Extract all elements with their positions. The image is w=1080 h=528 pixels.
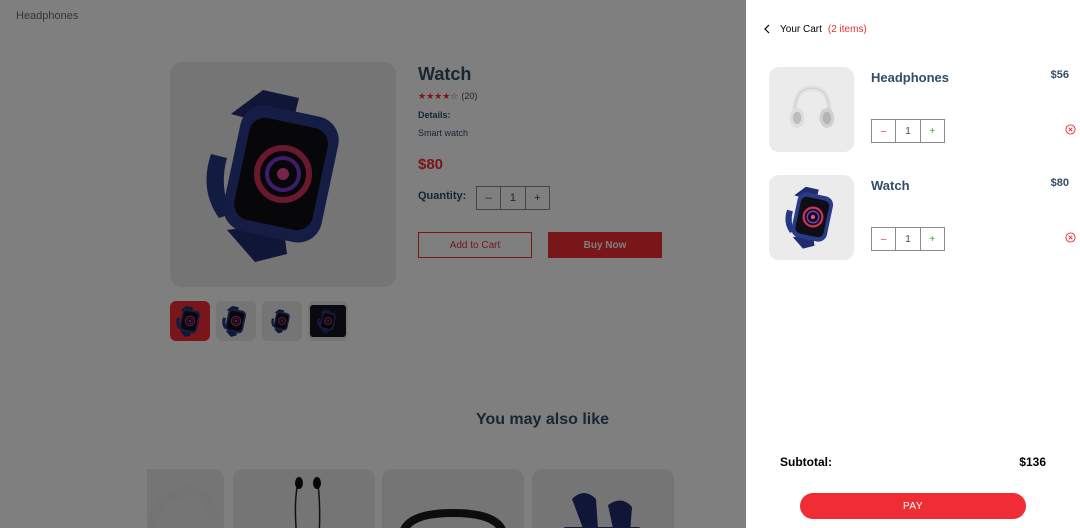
watch-icon — [784, 185, 836, 250]
cart-heading-label: Your Cart — [780, 23, 822, 35]
cart-item-image — [769, 175, 854, 260]
subtotal-label: Subtotal: — [780, 455, 832, 469]
quantity-plus-button[interactable]: + — [921, 120, 944, 142]
cart-item-name: Watch — [871, 178, 910, 193]
cart-item-count: (2 items) — [827, 23, 867, 35]
cart-heading[interactable]: Your Cart (2 items) — [760, 22, 867, 36]
chevron-left-icon[interactable] — [760, 22, 774, 36]
cart-item: Headphones $56 – 1 + — [769, 67, 1076, 153]
quantity-value: 1 — [896, 228, 921, 250]
quantity-minus-button[interactable]: – — [872, 120, 897, 142]
quantity-plus-button[interactable]: + — [921, 228, 944, 250]
pay-button[interactable]: PAY — [800, 493, 1026, 519]
quantity-value: 1 — [896, 120, 921, 142]
cart-item-price: $56 — [1050, 69, 1069, 81]
cart-item-price: $80 — [1050, 177, 1069, 189]
cart-item-quantity-stepper: – 1 + — [871, 227, 945, 251]
cart-item-image — [769, 67, 854, 152]
subtotal-value: $136 — [1019, 455, 1046, 469]
cart-item-name: Headphones — [871, 70, 950, 85]
headphone-icon — [769, 67, 854, 152]
cart-panel: Your Cart (2 items) Headphones $56 – 1 +… — [746, 0, 1080, 528]
remove-item-icon[interactable] — [1065, 232, 1076, 243]
remove-item-icon[interactable] — [1065, 124, 1076, 135]
cart-item: Watch $80 – 1 + — [769, 175, 1076, 261]
quantity-minus-button[interactable]: – — [872, 228, 897, 250]
cart-item-quantity-stepper: – 1 + — [871, 119, 945, 143]
